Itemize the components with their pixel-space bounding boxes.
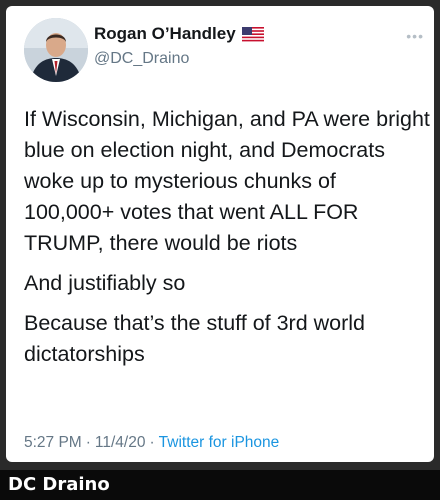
display-name[interactable]: Rogan O’Handley bbox=[94, 24, 236, 44]
tweet-card[interactable]: Rogan O’Handley @DC_Draino ••• If Wiscon… bbox=[6, 6, 434, 462]
tweet-metadata: 5:27 PM · 11/4/20 · Twitter for iPhone bbox=[24, 434, 279, 452]
meta-separator: · bbox=[149, 434, 155, 451]
meta-separator: · bbox=[85, 434, 91, 451]
author-name-row[interactable]: Rogan O’Handley bbox=[94, 24, 264, 44]
avatar[interactable] bbox=[24, 18, 88, 82]
screenshot-frame: Rogan O’Handley @DC_Draino ••• If Wiscon… bbox=[0, 0, 440, 500]
tweet-paragraph: Because that’s the stuff of 3rd world di… bbox=[24, 311, 366, 366]
avatar-photo bbox=[24, 18, 88, 82]
author-handle[interactable]: @DC_Draino bbox=[94, 50, 189, 68]
tweet-paragraph: And justifiably so bbox=[24, 271, 186, 295]
us-flag-icon bbox=[241, 26, 264, 42]
tweet-paragraph: If Wisconsin, Michigan, and PA were brig… bbox=[24, 107, 430, 255]
tweet-source-link[interactable]: Twitter for iPhone bbox=[159, 434, 280, 452]
watermark-text: DC Draino bbox=[8, 474, 110, 495]
more-options-icon[interactable]: ••• bbox=[406, 28, 424, 44]
tweet-time[interactable]: 5:27 PM bbox=[24, 434, 82, 452]
tweet-text: If Wisconsin, Michigan, and PA were brig… bbox=[24, 104, 430, 370]
tweet-date[interactable]: 11/4/20 bbox=[95, 434, 146, 452]
